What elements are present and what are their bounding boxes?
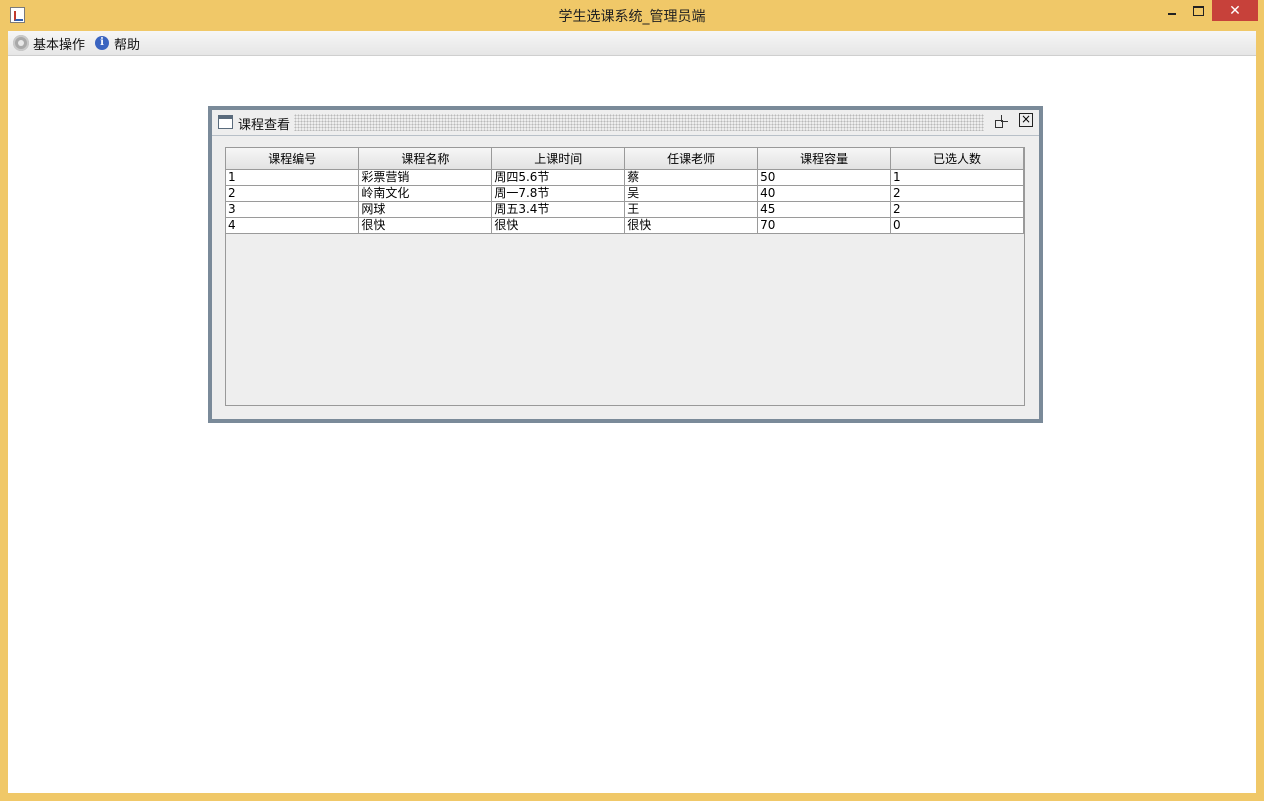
table-cell[interactable]: 1 <box>226 169 360 186</box>
table-cell[interactable]: 50 <box>757 169 892 186</box>
table-row[interactable]: 4 很快 很快 很快 70 0 <box>226 217 1024 234</box>
table-cell[interactable]: 吴 <box>624 185 759 202</box>
column-header-class-time[interactable]: 上课时间 <box>491 148 626 170</box>
table-cell[interactable]: 40 <box>757 185 892 202</box>
table-row[interactable]: 2 岭南文化 周一7.8节 吴 40 2 <box>226 185 1024 202</box>
table-cell[interactable]: 45 <box>757 201 892 218</box>
table-scroll-pane[interactable]: 课程编号 课程名称 上课时间 任课老师 课程容量 已选人数 1 彩票营销 周四5 <box>225 147 1025 406</box>
gear-icon <box>13 35 29 51</box>
menu-label: 帮助 <box>114 37 141 53</box>
table-cell[interactable]: 王 <box>624 201 759 218</box>
maximize-icon <box>1192 5 1204 16</box>
close-button[interactable]: ✕ <box>1212 0 1258 21</box>
table-cell[interactable]: 网球 <box>358 201 493 218</box>
close-icon: ✕ <box>1229 2 1241 19</box>
maximize-button[interactable] <box>1186 0 1210 21</box>
minimize-icon <box>1168 12 1176 15</box>
title-bar-grip[interactable] <box>294 114 984 131</box>
table-row[interactable]: 3 网球 周五3.4节 王 45 2 <box>226 201 1024 218</box>
internal-close-button[interactable]: × <box>1019 113 1033 127</box>
table-cell[interactable]: 4 <box>226 217 360 234</box>
table-cell[interactable]: 很快 <box>624 217 759 234</box>
course-table: 课程编号 课程名称 上课时间 任课老师 课程容量 已选人数 1 彩票营销 周四5 <box>226 148 1024 234</box>
table-header-row: 课程编号 课程名称 上课时间 任课老师 课程容量 已选人数 <box>226 148 1024 170</box>
column-header-enrolled[interactable]: 已选人数 <box>890 148 1024 170</box>
menu-basic-operations[interactable]: 基本操作 <box>13 34 86 53</box>
table-cell[interactable]: 周五3.4节 <box>491 201 626 218</box>
menu-label: 基本操作 <box>33 37 86 53</box>
table-cell[interactable]: 很快 <box>358 217 493 234</box>
internal-frame-title: 课程查看 <box>238 118 291 133</box>
internal-frame-title-bar[interactable]: 课程查看 × <box>212 110 1039 136</box>
internal-frame-content: 课程查看 × 课程编号 课程名称 上课时间 任课老师 课程容量 已选人数 1 彩… <box>212 110 1039 419</box>
column-header-teacher[interactable]: 任课老师 <box>624 148 759 170</box>
window-icon <box>218 115 233 129</box>
column-header-capacity[interactable]: 课程容量 <box>757 148 892 170</box>
iconify-button[interactable] <box>993 114 1009 130</box>
table-cell[interactable]: 70 <box>757 217 892 234</box>
info-icon: i <box>95 36 109 50</box>
course-view-internal-frame[interactable]: 课程查看 × 课程编号 课程名称 上课时间 任课老师 课程容量 已选人数 1 彩… <box>208 106 1043 423</box>
window-title: 学生选课系统_管理员端 <box>558 9 706 25</box>
column-header-course-id[interactable]: 课程编号 <box>226 148 360 170</box>
desktop-pane: 基本操作 i 帮助 课程查看 × 课程编号 课程名称 上课时间 任课老师 课程容… <box>8 31 1256 793</box>
table-cell[interactable]: 2 <box>890 201 1024 218</box>
menu-bar: 基本操作 i 帮助 <box>8 31 1256 56</box>
table-cell[interactable]: 蔡 <box>624 169 759 186</box>
column-header-course-name[interactable]: 课程名称 <box>358 148 493 170</box>
table-cell[interactable]: 岭南文化 <box>358 185 493 202</box>
table-cell[interactable]: 3 <box>226 201 360 218</box>
table-cell[interactable]: 彩票营销 <box>358 169 493 186</box>
table-cell[interactable]: 周四5.6节 <box>491 169 626 186</box>
table-cell[interactable]: 很快 <box>491 217 626 234</box>
table-row[interactable]: 1 彩票营销 周四5.6节 蔡 50 1 <box>226 169 1024 186</box>
table-cell[interactable]: 周一7.8节 <box>491 185 626 202</box>
table-cell[interactable]: 1 <box>890 169 1024 186</box>
minimize-button[interactable] <box>1160 0 1184 21</box>
window-title-bar[interactable]: 学生选课系统_管理员端 ✕ <box>0 0 1264 31</box>
table-cell[interactable]: 2 <box>890 185 1024 202</box>
table-cell[interactable]: 2 <box>226 185 360 202</box>
table-cell[interactable]: 0 <box>890 217 1024 234</box>
menu-help[interactable]: i 帮助 <box>95 34 141 53</box>
